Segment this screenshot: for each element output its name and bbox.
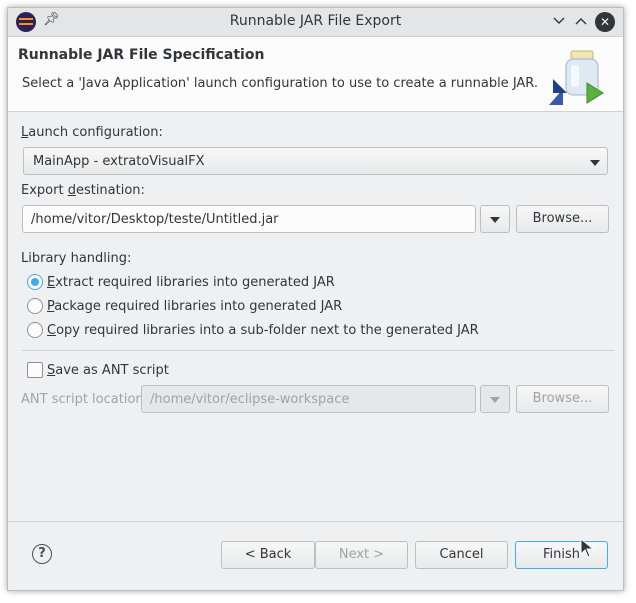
library-handling-label: Library handling: (21, 251, 132, 266)
export-history-dropdown[interactable] (480, 205, 510, 233)
window-title: Runnable JAR File Export (229, 13, 402, 29)
radio-extract-label[interactable]: Extract required libraries into generate… (47, 275, 335, 290)
chevron-down-icon (490, 397, 500, 403)
radio-copy-label[interactable]: Copy required libraries into a sub-folde… (47, 323, 479, 338)
divider (22, 350, 614, 351)
page-description: Select a 'Java Application' launch confi… (22, 76, 539, 91)
title-bar[interactable]: 📌︎ Runnable JAR File Export ✕ (8, 8, 623, 37)
mouse-cursor-icon (580, 538, 594, 558)
launch-config-label: Launch configuration: (21, 125, 163, 140)
radio-package-label[interactable]: Package required libraries into generate… (47, 299, 342, 314)
ant-location-label: ANT script location: (21, 392, 149, 407)
help-icon[interactable]: ? (32, 544, 52, 564)
footer-divider (8, 521, 623, 522)
close-button[interactable]: ✕ (595, 12, 615, 32)
export-browse-button[interactable]: Browse... (516, 205, 609, 233)
maximize-button[interactable] (571, 12, 591, 32)
page-title: Runnable JAR File Specification (18, 47, 265, 63)
radio-package[interactable] (27, 298, 43, 314)
chevron-down-icon (553, 17, 565, 24)
ant-browse-button: Browse... (516, 385, 609, 413)
chevron-up-icon (575, 18, 587, 25)
save-ant-checkbox[interactable] (27, 362, 43, 378)
chevron-down-icon (490, 217, 500, 223)
next-button: Next > (315, 541, 408, 569)
close-icon: ✕ (599, 15, 611, 29)
save-ant-label[interactable]: Save as ANT script (47, 363, 169, 378)
export-dialog: 📌︎ Runnable JAR File Export ✕ Runnable J… (7, 7, 624, 591)
chevron-down-icon (590, 160, 600, 166)
cancel-button[interactable]: Cancel (415, 541, 508, 569)
jar-export-icon (549, 50, 604, 105)
export-destination-label: Export destination: (21, 183, 145, 198)
wizard-header: Runnable JAR File Specification Select a… (8, 37, 623, 112)
radio-copy[interactable] (27, 322, 43, 338)
export-destination-value: /home/vitor/Desktop/teste/Untitled.jar (31, 212, 279, 227)
ant-location-input: /home/vitor/eclipse-workspace (141, 385, 476, 413)
radio-extract[interactable] (27, 274, 43, 290)
ant-location-value: /home/vitor/eclipse-workspace (150, 392, 350, 407)
minimize-button[interactable] (549, 12, 569, 32)
back-button[interactable]: < Back (221, 541, 315, 569)
ant-history-dropdown (480, 385, 510, 413)
launch-config-value: MainApp - extratoVisualFX (33, 154, 205, 169)
launch-config-select[interactable]: MainApp - extratoVisualFX (23, 147, 608, 175)
export-destination-input[interactable]: /home/vitor/Desktop/teste/Untitled.jar (22, 205, 476, 233)
finish-button[interactable]: Finish (515, 541, 608, 569)
